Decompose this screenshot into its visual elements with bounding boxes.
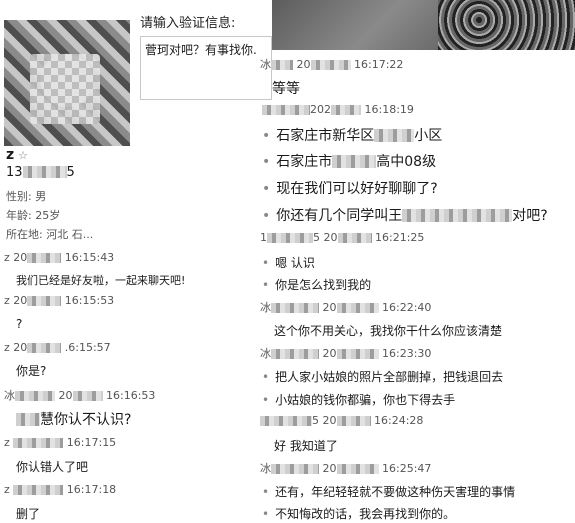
msg-header: 冰 20 16:23:30	[260, 347, 432, 360]
blurred-photo-2	[438, 0, 575, 50]
msg-text: 我们已经是好友啦，一起来聊天吧!	[16, 274, 186, 287]
msg-text: 还有，年纪轻轻就不要做这种伤天害理的事情	[262, 483, 515, 500]
profile-gender: 性别: 男	[6, 190, 47, 203]
msg-header: 冰 20 16:22:40	[260, 301, 432, 314]
msg-text: 嗯 认识	[262, 254, 315, 271]
msg-text: 删了	[16, 507, 41, 521]
msg-header: 冰 20 16:16:53	[4, 389, 156, 402]
profile-location: 所在地: 河北 石...	[6, 228, 94, 241]
msg-text: 石家庄市新华区小区	[262, 125, 442, 145]
msg-text: 小姑娘的钱你都骗，你也下得去手	[262, 391, 455, 408]
blurred-photo	[272, 0, 440, 50]
msg-header: 15 20 16:21:25	[260, 231, 425, 244]
msg-text: ?	[16, 317, 23, 331]
msg-text: 石家庄市高中08级	[262, 151, 436, 171]
profile-age: 年龄: 25岁	[6, 209, 61, 222]
msg-header: 冰 20 16:17:22	[260, 58, 404, 71]
msg-header: z 16:17:18	[4, 483, 117, 496]
msg-text: 等等	[272, 81, 300, 97]
msg-header: z 16:17:15	[4, 436, 117, 449]
msg-text: 慧你认不认识?	[16, 409, 131, 429]
verify-label: 请输入验证信息:	[140, 16, 236, 31]
msg-text: 把人家小姑娘的照片全部删掉，把钱退回去	[262, 368, 503, 385]
msg-header: 冰 20 16:25:47	[260, 462, 432, 475]
msg-text: 现在我们可以好好聊聊了?	[262, 178, 437, 198]
msg-text: 不知悔改的话，我会再找到你的。	[262, 505, 455, 522]
msg-text: 你认错人了吧	[16, 460, 89, 474]
msg-text: 这个你不用关心，我找你干什么你应该清楚	[274, 324, 503, 338]
msg-text: 好 我知道了	[274, 439, 338, 453]
msg-text: 你是怎么找到我的	[262, 276, 371, 293]
profile-name: z ☆	[6, 147, 29, 163]
msg-header: z 20 .6:15:57	[4, 341, 111, 354]
msg-header: z 20 16:15:53	[4, 294, 115, 307]
msg-text: 你还有几个同学叫王对吧?	[262, 205, 547, 225]
msg-header: z 20 16:15:43	[4, 251, 115, 264]
star-icon: ☆	[18, 149, 29, 162]
verify-input[interactable]: 菅珂对吧？有事找你.	[140, 36, 272, 100]
profile-phone: 13 5	[6, 165, 75, 180]
msg-header: 202 16:18:19	[262, 103, 414, 116]
avatar-mosaic	[30, 54, 100, 124]
msg-text: 你是?	[16, 364, 47, 378]
msg-header: 5 20 16:24:28	[260, 414, 423, 427]
